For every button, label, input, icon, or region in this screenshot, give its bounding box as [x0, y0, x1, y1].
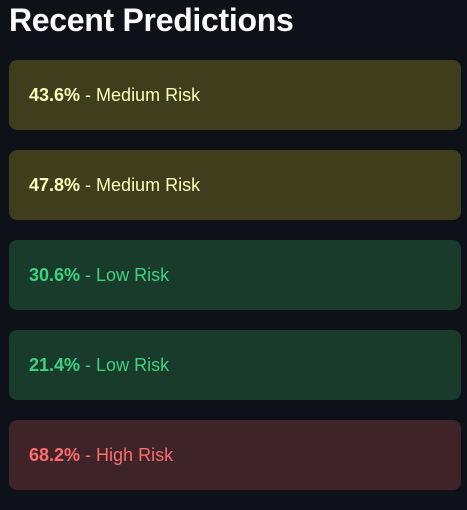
prediction-card: 68.2% - High Risk	[9, 420, 461, 490]
prediction-probability: 30.6%	[29, 264, 81, 285]
prediction-probability: 21.4%	[29, 354, 81, 375]
prediction-risk-label: Medium Risk	[96, 174, 201, 195]
prediction-risk-label: Low Risk	[96, 264, 170, 285]
prediction-card: 43.6% - Medium Risk	[9, 60, 461, 130]
prediction-risk-label: Medium Risk	[96, 84, 201, 105]
prediction-separator: -	[80, 444, 97, 465]
prediction-card: 47.8% - Medium Risk	[9, 150, 461, 220]
prediction-separator: -	[80, 174, 97, 195]
prediction-separator: -	[80, 264, 97, 285]
prediction-card: 21.4% - Low Risk	[9, 330, 461, 400]
page-title: Recent Predictions	[9, 2, 294, 38]
prediction-separator: -	[80, 84, 97, 105]
prediction-probability: 47.8%	[29, 174, 81, 195]
predictions-list: 43.6% - Medium Risk 47.8% - Medium Risk …	[9, 60, 461, 510]
prediction-risk-label: Low Risk	[96, 354, 170, 375]
prediction-separator: -	[80, 354, 97, 375]
prediction-risk-label: High Risk	[96, 444, 174, 465]
prediction-probability: 43.6%	[29, 84, 81, 105]
prediction-card: 30.6% - Low Risk	[9, 240, 461, 310]
prediction-probability: 68.2%	[29, 444, 81, 465]
